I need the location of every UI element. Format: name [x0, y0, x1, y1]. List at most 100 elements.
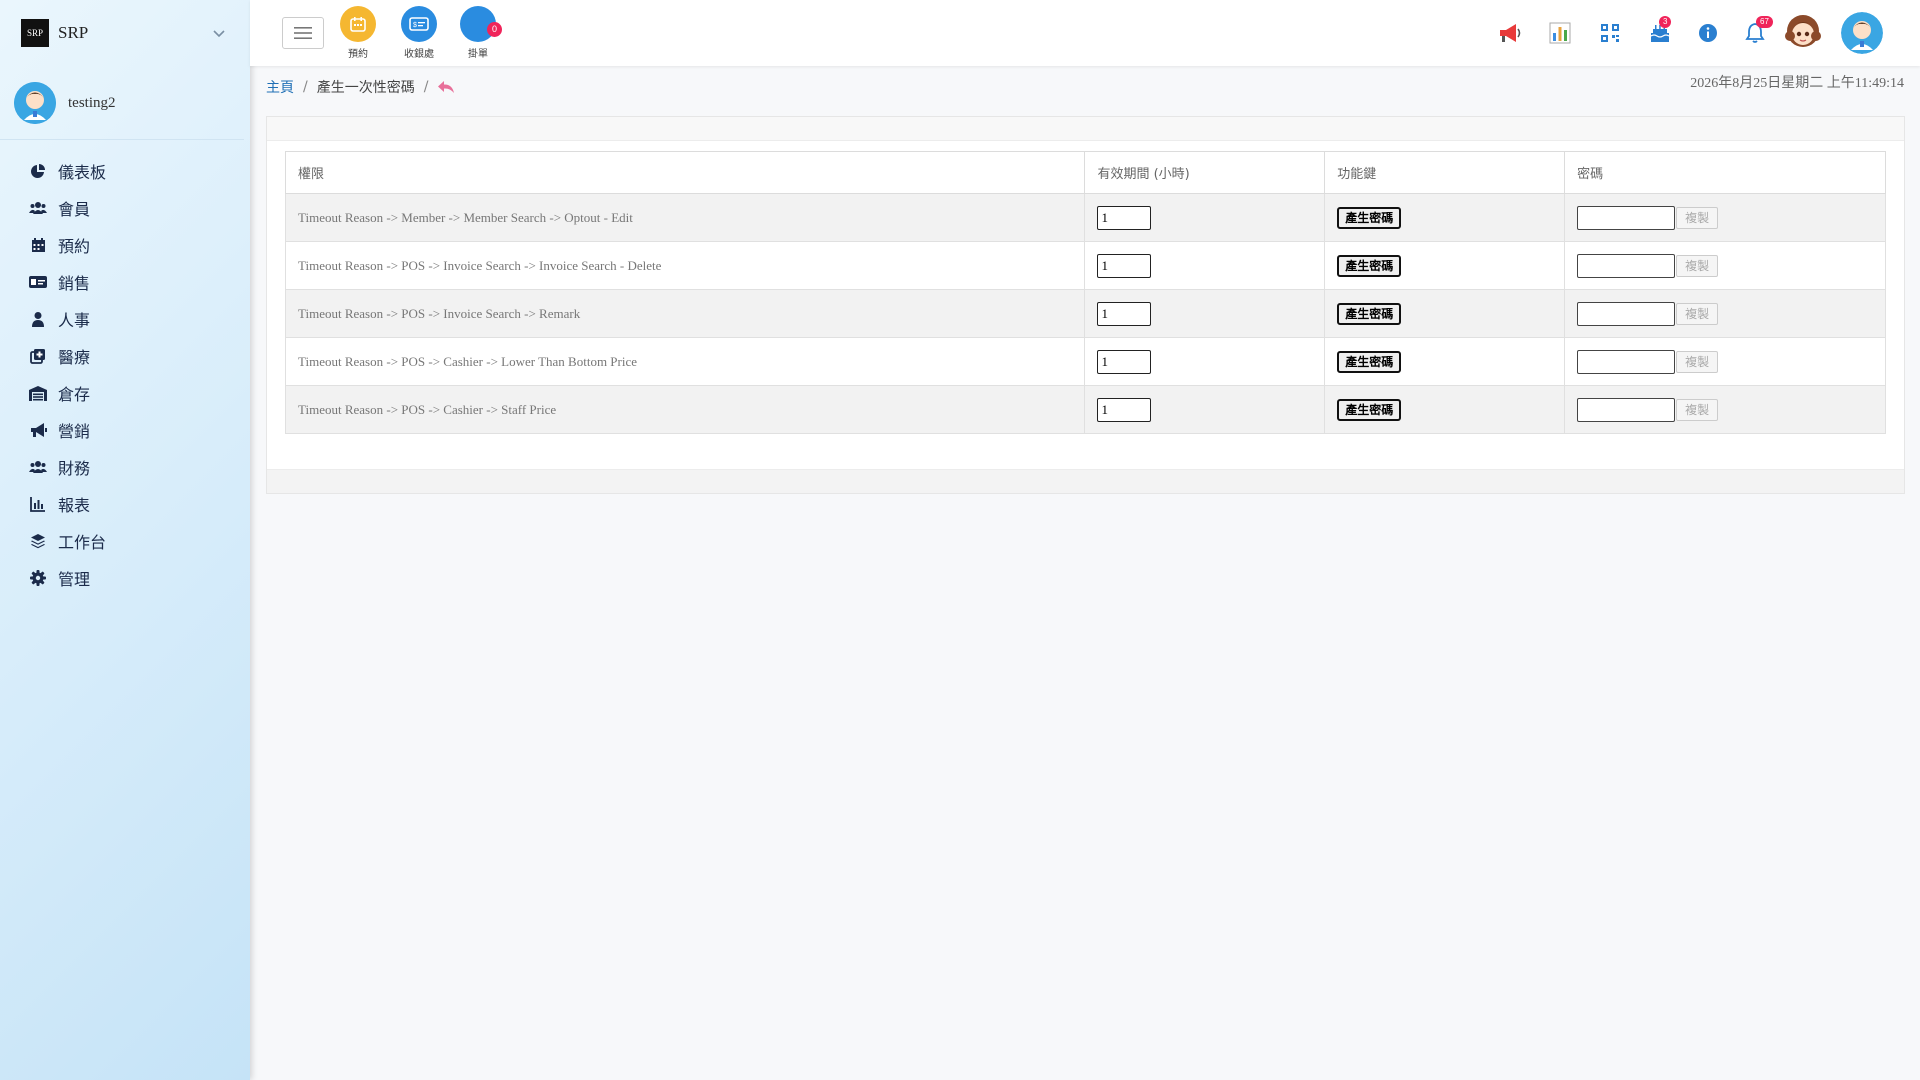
- password-cell: 複製: [1564, 385, 1886, 434]
- validity-hours-input[interactable]: [1097, 205, 1152, 230]
- sidebar-item-label: 營銷: [58, 421, 91, 441]
- sidebar-item-sales[interactable]: 銷售: [0, 263, 250, 300]
- validity-hours-input[interactable]: [1097, 253, 1152, 278]
- password-field[interactable]: [1577, 253, 1676, 278]
- money-card-icon: [29, 273, 47, 291]
- brand-name: SRP: [58, 23, 89, 42]
- back-arrow-icon[interactable]: [437, 80, 455, 94]
- copy-button[interactable]: 複製: [1676, 206, 1719, 229]
- password-field[interactable]: [1577, 205, 1676, 230]
- password-field[interactable]: [1577, 349, 1676, 374]
- quick-cashier-button[interactable]: $ 收銀處: [394, 6, 444, 60]
- sidebar-item-dashboard[interactable]: 儀表板: [0, 152, 250, 189]
- quick-hold-order-button[interactable]: 0 掛單: [453, 6, 503, 60]
- password-cell: 複製: [1564, 241, 1886, 290]
- sidebar: SRP SRP testing2 儀表板 會員 預約 銷售 人事 醫療 倉存 營…: [0, 0, 250, 1080]
- otp-table: 權限 有效期間 (小時) 功能鍵 密碼 Timeout Reason -> Me…: [284, 151, 1886, 434]
- sidebar-item-members[interactable]: 會員: [0, 189, 250, 226]
- user-avatar[interactable]: [1841, 12, 1883, 54]
- sidebar-item-label: 醫療: [58, 347, 91, 367]
- gear-icon: [29, 569, 47, 587]
- generate-password-button[interactable]: 產生密碼: [1337, 398, 1402, 421]
- sidebar-item-admin[interactable]: 管理: [0, 559, 250, 596]
- validity-cell: [1084, 193, 1326, 242]
- breadcrumb-separator: /: [423, 79, 429, 95]
- validity-hours-input[interactable]: [1097, 301, 1152, 326]
- copy-button[interactable]: 複製: [1676, 254, 1719, 277]
- sidebar-item-medical[interactable]: 醫療: [0, 337, 250, 374]
- table-row: Timeout Reason -> POS -> Invoice Search …: [284, 241, 1886, 290]
- warehouse-icon: [29, 384, 47, 402]
- validity-hours-input[interactable]: [1097, 349, 1152, 374]
- action-cell: 產生密碼: [1324, 241, 1566, 290]
- otp-card: 權限 有效期間 (小時) 功能鍵 密碼 Timeout Reason -> Me…: [266, 116, 1905, 494]
- copy-button[interactable]: 複製: [1676, 302, 1719, 325]
- sidebar-menu: 儀表板 會員 預約 銷售 人事 醫療 倉存 營銷 財務 報表 工作台 管理: [0, 140, 250, 596]
- chevron-down-icon[interactable]: [210, 24, 228, 42]
- qr-code-icon[interactable]: [1595, 18, 1625, 48]
- table-header-row: 權限 有效期間 (小時) 功能鍵 密碼: [284, 151, 1886, 194]
- menu-toggle-button[interactable]: [282, 17, 324, 49]
- bar-chart-icon: [29, 495, 47, 513]
- sidebar-item-workspace[interactable]: 工作台: [0, 522, 250, 559]
- table-row: Timeout Reason -> Member -> Member Searc…: [284, 193, 1886, 242]
- chart-icon[interactable]: [1545, 18, 1575, 48]
- sidebar-item-label: 工作台: [58, 532, 107, 552]
- quick-label: 掛單: [468, 49, 488, 60]
- user-profile[interactable]: testing2: [0, 66, 244, 140]
- sidebar-item-marketing[interactable]: 營銷: [0, 411, 250, 448]
- column-header-action: 功能鍵: [1324, 151, 1566, 194]
- sidebar-item-inventory[interactable]: 倉存: [0, 374, 250, 411]
- current-datetime: 2026年8月25日星期二 上午11:49:14: [1690, 76, 1904, 91]
- breadcrumb-separator: /: [303, 79, 308, 95]
- copy-button[interactable]: 複製: [1676, 398, 1719, 421]
- user-name: testing2: [68, 94, 116, 111]
- notification-badge: 67: [1756, 16, 1773, 28]
- assistant-avatar[interactable]: [1782, 12, 1824, 54]
- password-cell: 複製: [1564, 289, 1886, 338]
- copy-button[interactable]: 複製: [1676, 350, 1719, 373]
- sidebar-item-label: 預約: [58, 236, 91, 256]
- sidebar-item-label: 管理: [58, 569, 91, 589]
- brand-header[interactable]: SRP SRP: [0, 0, 250, 66]
- medical-icon: [29, 347, 47, 365]
- announcement-icon[interactable]: [1495, 18, 1525, 48]
- quick-label: 預約: [348, 49, 368, 60]
- calendar-icon: [340, 6, 376, 42]
- permission-cell: Timeout Reason -> POS -> Cashier -> Lowe…: [284, 337, 1086, 386]
- password-field[interactable]: [1577, 397, 1676, 422]
- card-footer: [267, 469, 1904, 493]
- avatar: [14, 82, 56, 124]
- permission-cell: Timeout Reason -> Member -> Member Searc…: [284, 193, 1086, 242]
- generate-password-button[interactable]: 產生密碼: [1337, 206, 1402, 229]
- pie-chart-icon: [29, 162, 47, 180]
- sidebar-item-reports[interactable]: 報表: [0, 485, 250, 522]
- action-cell: 產生密碼: [1324, 289, 1566, 338]
- sidebar-item-booking[interactable]: 預約: [0, 226, 250, 263]
- sidebar-item-label: 儀表板: [58, 162, 107, 182]
- validity-hours-input[interactable]: [1097, 397, 1152, 422]
- info-icon[interactable]: [1693, 18, 1723, 48]
- breadcrumb: 主頁 / 產生一次性密碼 /: [266, 77, 455, 97]
- validity-cell: [1084, 337, 1326, 386]
- top-bar: 預約 $ 收銀處 0 掛單 3 67: [250, 0, 1920, 66]
- breadcrumb-home-link[interactable]: 主頁: [266, 77, 294, 97]
- quick-booking-button[interactable]: 預約: [333, 6, 383, 60]
- svg-text:$: $: [413, 22, 417, 29]
- quick-label: 收銀處: [404, 49, 434, 60]
- cashier-icon: $: [401, 6, 437, 42]
- column-header-permission: 權限: [284, 151, 1086, 194]
- person-icon: [29, 310, 47, 328]
- sidebar-item-finance[interactable]: 財務: [0, 448, 250, 485]
- sidebar-item-label: 會員: [58, 199, 91, 219]
- password-cell: 複製: [1564, 337, 1886, 386]
- breadcrumb-current: 產生一次性密碼: [316, 80, 415, 96]
- password-field[interactable]: [1577, 301, 1676, 326]
- generate-password-button[interactable]: 產生密碼: [1337, 302, 1402, 325]
- generate-password-button[interactable]: 產生密碼: [1337, 350, 1402, 373]
- generate-password-button[interactable]: 產生密碼: [1337, 254, 1402, 277]
- sidebar-item-hr[interactable]: 人事: [0, 300, 250, 337]
- bell-icon[interactable]: 67: [1740, 16, 1773, 48]
- table-row: Timeout Reason -> POS -> Cashier -> Lowe…: [284, 337, 1886, 386]
- birthday-cake-icon[interactable]: 3: [1645, 16, 1675, 48]
